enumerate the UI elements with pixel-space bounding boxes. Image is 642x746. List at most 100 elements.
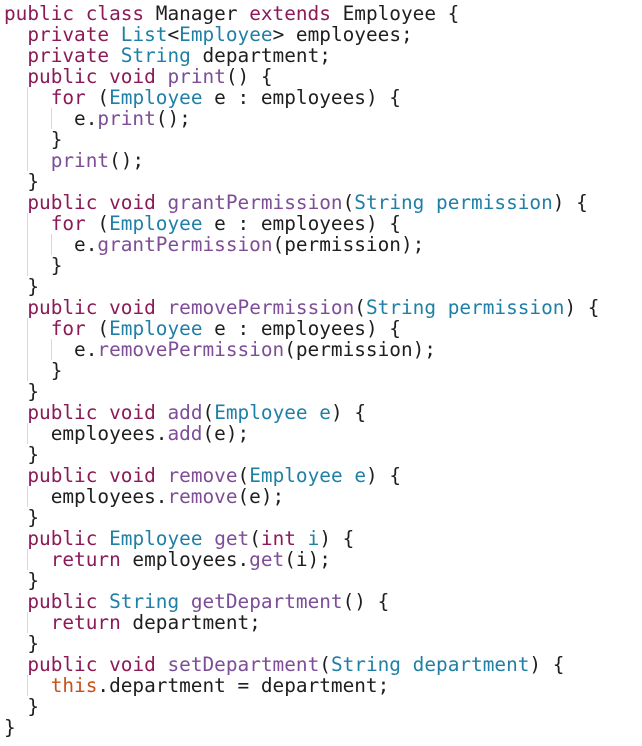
code-line[interactable]: } (4, 570, 39, 591)
code-text: ( (342, 191, 355, 214)
code-line[interactable]: return employees.get(i); (4, 549, 331, 570)
code-text: department; (190, 44, 331, 67)
code-line[interactable]: public String getDepartment() { (4, 591, 389, 612)
code-line[interactable]: } (4, 717, 16, 738)
code-text: Employee { (330, 2, 460, 25)
code-text: } (4, 380, 40, 403)
code-line[interactable]: e.grantPermission(permission); (4, 234, 424, 255)
keyword-token: public (4, 2, 75, 25)
code-text: ) { (552, 191, 588, 214)
code-text: ( (249, 527, 261, 550)
code-line[interactable]: print(); (4, 150, 144, 171)
code-text: } (4, 128, 63, 151)
code-text: (e); (237, 485, 285, 508)
code-line[interactable]: public void setDepartment(String departm… (4, 654, 564, 675)
code-line[interactable]: public void print() { (4, 66, 272, 87)
method-token: getDepartment (190, 590, 343, 613)
keyword-token: void (109, 296, 156, 319)
code-line[interactable]: public void grantPermission(String permi… (4, 191, 588, 214)
type-token: String (330, 653, 401, 676)
method-token: remove (167, 464, 238, 487)
code-line[interactable]: } (4, 359, 63, 382)
parameter-token: department (412, 653, 530, 676)
code-line[interactable]: private String department; (4, 45, 331, 66)
code-line[interactable]: } (4, 255, 63, 276)
keyword-token: public (27, 296, 98, 319)
type-token: Employee (214, 401, 308, 424)
code-line[interactable]: } (4, 696, 39, 717)
code-text: employees. (120, 548, 250, 571)
code-line[interactable]: } (4, 171, 39, 192)
code-line[interactable]: } (4, 633, 39, 654)
method-token: remove (167, 485, 238, 508)
code-line[interactable]: employees.add(e); (4, 423, 250, 444)
type-token: Employee (109, 527, 203, 550)
code-line[interactable]: e.print(); (4, 108, 191, 129)
code-line[interactable]: private List<Employee> employees; (4, 23, 412, 46)
type-token: String (354, 191, 425, 214)
keyword-token: for (50, 212, 86, 235)
code-line[interactable]: e.removePermission(permission); (4, 339, 436, 360)
code-editor[interactable]: public class Manager extends Employee { … (0, 0, 642, 746)
type-token: Employee (109, 212, 203, 235)
code-line[interactable]: for (Employee e : employees) { (4, 87, 401, 108)
type-token: Employee (249, 464, 343, 487)
code-text: } (4, 506, 40, 529)
code-text: ( (85, 86, 110, 109)
code-line[interactable]: for (Employee e : employees) { (4, 318, 401, 339)
code-line[interactable]: employees.remove(e); (4, 485, 285, 508)
code-text: ) { (330, 401, 367, 424)
code-line[interactable]: public void removePermission(String perm… (4, 297, 599, 318)
code-text: ( (202, 401, 215, 424)
code-text: .department = department; (97, 674, 390, 697)
code-text: } (4, 359, 63, 382)
type-token: Employee (179, 23, 273, 46)
keyword-token: public (27, 464, 98, 487)
keyword-token: void (109, 653, 156, 676)
code-line[interactable]: this.department = department; (4, 674, 390, 697)
code-line[interactable]: } (4, 381, 39, 402)
method-token: removePermission (167, 296, 355, 319)
code-line[interactable]: } (4, 276, 39, 297)
code-text: ) { (529, 653, 565, 676)
this-keyword-token: this (50, 674, 98, 697)
method-token: get (214, 527, 250, 550)
code-text: } (4, 170, 40, 193)
code-line[interactable]: return department; (4, 612, 261, 633)
code-line[interactable]: public void remove(Employee e) { (4, 465, 401, 486)
code-line[interactable]: for (Employee e : employees) { (4, 213, 401, 234)
code-line[interactable]: } (4, 128, 63, 151)
code-text: ) { (564, 296, 600, 319)
method-token: removePermission (97, 338, 285, 361)
code-line[interactable]: public class Manager extends Employee { (4, 3, 459, 24)
code-line[interactable]: } (4, 444, 39, 465)
code-line[interactable]: public Employee get(int i) { (4, 528, 354, 549)
code-line[interactable]: public void add(Employee e) { (4, 402, 366, 423)
keyword-token: public (27, 401, 98, 424)
code-line[interactable]: } (4, 507, 39, 528)
code-text: Manager (144, 2, 250, 25)
